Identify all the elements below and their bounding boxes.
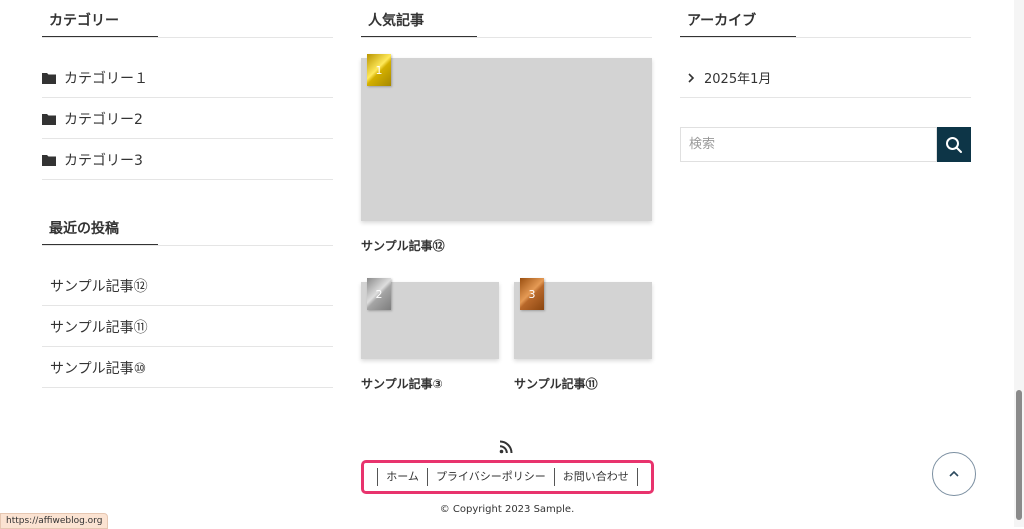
rss-icon[interactable] — [499, 440, 513, 454]
recent-post-item-3[interactable]: サンプル記事⑩ — [42, 348, 333, 388]
rank-badge-bronze: 3 — [520, 278, 544, 310]
back-to-top-button[interactable] — [932, 452, 976, 496]
search-input[interactable] — [680, 127, 937, 162]
folder-icon — [42, 113, 56, 125]
recent-post-label: サンプル記事⑫ — [50, 278, 148, 295]
archive-item-2025-01[interactable]: 2025年1月 — [680, 58, 971, 98]
search-button[interactable] — [937, 127, 971, 162]
popular-post-3-thumbnail[interactable]: 3 — [514, 278, 652, 359]
popular-post-1-title[interactable]: サンプル記事⑫ — [361, 237, 445, 254]
category-item-3[interactable]: カテゴリー3 — [42, 140, 333, 180]
popular-post-2-thumbnail[interactable]: 2 — [361, 278, 499, 359]
recent-title-rule — [42, 244, 333, 246]
popular-post-1-thumbnail[interactable]: 1 — [361, 54, 652, 221]
recent-widget-title: 最近の投稿 — [49, 221, 119, 237]
category-label: カテゴリー3 — [64, 152, 143, 169]
popular-post-2-title[interactable]: サンプル記事③ — [361, 375, 443, 392]
archive-title-rule — [680, 36, 971, 38]
recent-post-item-1[interactable]: サンプル記事⑫ — [42, 266, 333, 306]
archive-label: 2025年1月 — [704, 72, 772, 87]
categories-title-rule — [42, 36, 333, 38]
category-label: カテゴリー１ — [64, 70, 148, 87]
footer-link-contact[interactable]: お問い合わせ — [553, 468, 638, 486]
chevron-right-icon — [688, 72, 695, 83]
search-icon — [946, 136, 962, 153]
folder-icon — [42, 154, 56, 166]
categories-widget-title: カテゴリー — [49, 13, 119, 29]
scrollbar-thumb[interactable] — [1016, 390, 1022, 520]
category-label: カテゴリー2 — [64, 111, 143, 128]
recent-post-label: サンプル記事⑪ — [50, 319, 148, 336]
popular-widget-title: 人気記事 — [368, 13, 424, 29]
footer-link-home[interactable]: ホーム — [377, 468, 427, 486]
copyright-text: © Copyright 2023 Sample. — [439, 504, 575, 515]
chevron-up-icon — [949, 470, 959, 477]
popular-post-3-title[interactable]: サンプル記事⑪ — [514, 375, 598, 392]
archive-widget-title: アーカイブ — [687, 13, 757, 29]
footer-link-privacy-policy[interactable]: プライバシーポリシー — [426, 468, 554, 486]
recent-post-item-2[interactable]: サンプル記事⑪ — [42, 307, 333, 347]
popular-title-rule — [361, 36, 652, 38]
folder-icon — [42, 72, 56, 84]
recent-post-label: サンプル記事⑩ — [50, 360, 147, 377]
category-item-2[interactable]: カテゴリー2 — [42, 99, 333, 139]
rank-badge-gold: 1 — [367, 54, 391, 86]
category-item-1[interactable]: カテゴリー１ — [42, 58, 333, 98]
rank-badge-silver: 2 — [367, 278, 391, 310]
footer-nav: ホーム プライバシーポリシー お問い合わせ — [361, 460, 654, 494]
